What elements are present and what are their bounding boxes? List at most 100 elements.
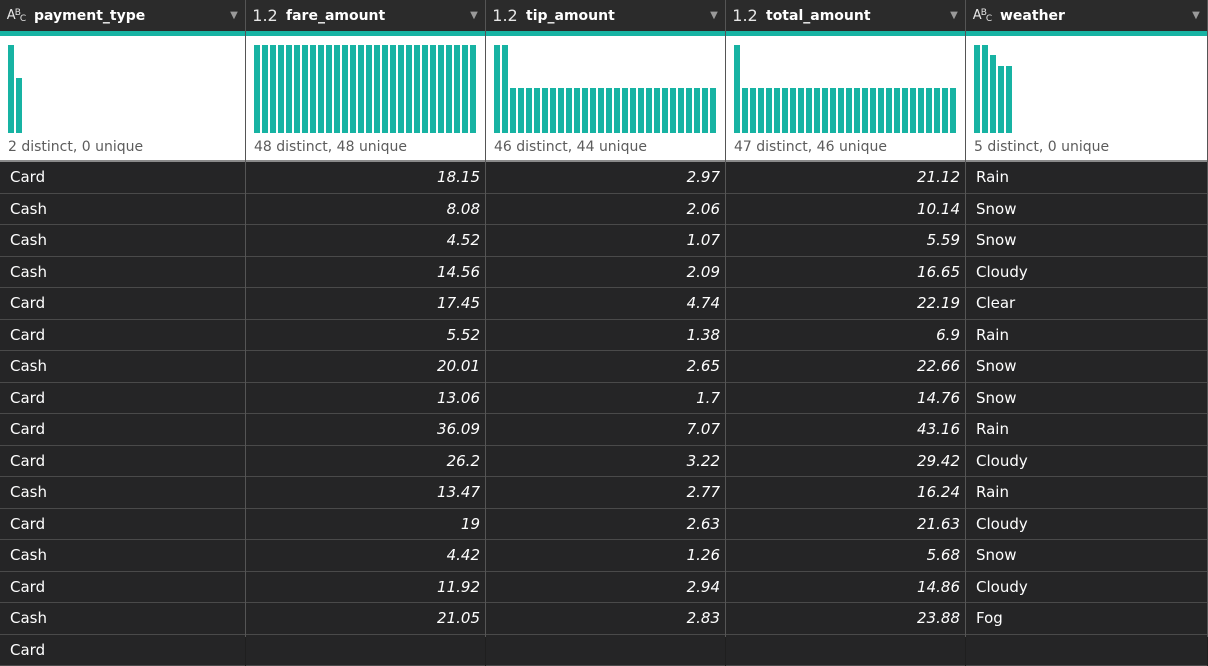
table-cell[interactable]: Cash [0, 603, 245, 635]
histogram-bar[interactable] [638, 88, 644, 133]
histogram-bar[interactable] [758, 88, 764, 133]
table-cell[interactable]: 16.24 [726, 477, 965, 509]
table-cell[interactable]: 26.2 [246, 446, 485, 478]
histogram-bar[interactable] [782, 88, 788, 133]
table-cell[interactable]: Card [0, 635, 245, 666]
table-cell[interactable] [246, 635, 485, 666]
table-cell[interactable]: 1.26 [486, 540, 725, 572]
table-cell[interactable]: Cash [0, 194, 245, 226]
table-cell[interactable]: Cash [0, 257, 245, 289]
table-cell[interactable]: 14.56 [246, 257, 485, 289]
histogram-bar[interactable] [406, 45, 412, 133]
table-cell[interactable]: 43.16 [726, 414, 965, 446]
table-cell[interactable]: 21.12 [726, 162, 965, 194]
histogram-bar[interactable] [446, 45, 452, 133]
histogram-bar[interactable] [414, 45, 420, 133]
histogram-bar[interactable] [806, 88, 812, 133]
histogram-bar[interactable] [622, 88, 628, 133]
histogram-bar[interactable] [838, 88, 844, 133]
table-cell[interactable]: 20.01 [246, 351, 485, 383]
column-header-payment-type[interactable]: ABCpayment_type▼ [0, 0, 245, 36]
table-cell[interactable]: 13.06 [246, 383, 485, 415]
table-cell[interactable]: Snow [966, 383, 1207, 415]
table-cell[interactable]: 29.42 [726, 446, 965, 478]
table-cell[interactable]: 10.14 [726, 194, 965, 226]
histogram-bar[interactable] [926, 88, 932, 133]
histogram-bar[interactable] [614, 88, 620, 133]
histogram-bar[interactable] [934, 88, 940, 133]
table-cell[interactable]: Cash [0, 540, 245, 572]
table-cell[interactable]: Snow [966, 540, 1207, 572]
column-header-total-amount[interactable]: 1.2total_amount▼ [726, 0, 965, 36]
table-cell[interactable]: Snow [966, 225, 1207, 257]
histogram-bar[interactable] [422, 45, 428, 133]
histogram-bar[interactable] [302, 45, 308, 133]
table-cell[interactable]: Card [0, 446, 245, 478]
filter-dropdown-icon[interactable]: ▼ [943, 10, 965, 21]
table-cell[interactable]: Card [0, 414, 245, 446]
histogram-bar[interactable] [590, 88, 596, 133]
histogram-bar[interactable] [902, 88, 908, 133]
decimal-type-icon[interactable]: 1.2 [248, 6, 282, 25]
histogram-bar[interactable] [494, 45, 500, 133]
histogram-bar[interactable] [606, 88, 612, 133]
histogram-bar[interactable] [950, 88, 956, 133]
histogram-bar[interactable] [582, 88, 588, 133]
table-cell[interactable]: Clear [966, 288, 1207, 320]
histogram-bar[interactable] [502, 45, 508, 133]
table-cell[interactable]: Cash [0, 477, 245, 509]
histogram-bar[interactable] [366, 45, 372, 133]
table-cell[interactable]: 2.77 [486, 477, 725, 509]
histogram-bar[interactable] [654, 88, 660, 133]
table-cell[interactable]: Card [0, 509, 245, 541]
histogram-bar[interactable] [998, 66, 1004, 133]
histogram-bar[interactable] [294, 45, 300, 133]
filter-dropdown-icon[interactable]: ▼ [703, 10, 725, 21]
histogram-bar[interactable] [942, 88, 948, 133]
histogram-bar[interactable] [566, 88, 572, 133]
histogram-bar[interactable] [334, 45, 340, 133]
histogram-bar[interactable] [430, 45, 436, 133]
table-cell[interactable]: Cloudy [966, 509, 1207, 541]
distribution-histogram[interactable] [254, 45, 474, 133]
histogram-bar[interactable] [830, 88, 836, 133]
histogram-bar[interactable] [278, 45, 284, 133]
table-cell[interactable]: 2.83 [486, 603, 725, 635]
table-cell[interactable]: Card [0, 320, 245, 352]
histogram-bar[interactable] [894, 88, 900, 133]
table-cell[interactable]: 1.07 [486, 225, 725, 257]
table-cell[interactable]: 14.86 [726, 572, 965, 604]
table-cell[interactable] [726, 635, 965, 666]
distribution-histogram[interactable] [8, 45, 228, 133]
distribution-histogram[interactable] [974, 45, 1194, 133]
histogram-bar[interactable] [326, 45, 332, 133]
histogram-bar[interactable] [990, 55, 996, 133]
histogram-bar[interactable] [910, 88, 916, 133]
histogram-bar[interactable] [262, 45, 268, 133]
table-cell[interactable] [486, 635, 725, 666]
table-cell[interactable]: Rain [966, 320, 1207, 352]
histogram-bar[interactable] [870, 88, 876, 133]
histogram-bar[interactable] [438, 45, 444, 133]
table-cell[interactable]: 4.52 [246, 225, 485, 257]
table-cell[interactable]: Card [0, 162, 245, 194]
histogram-bar[interactable] [454, 45, 460, 133]
filter-dropdown-icon[interactable]: ▼ [463, 10, 485, 21]
histogram-bar[interactable] [462, 45, 468, 133]
table-cell[interactable]: 11.92 [246, 572, 485, 604]
table-cell[interactable]: 16.65 [726, 257, 965, 289]
histogram-bar[interactable] [598, 88, 604, 133]
table-cell[interactable]: Rain [966, 477, 1207, 509]
histogram-bar[interactable] [878, 88, 884, 133]
histogram-bar[interactable] [318, 45, 324, 133]
histogram-bar[interactable] [374, 45, 380, 133]
table-cell[interactable]: 5.68 [726, 540, 965, 572]
table-cell[interactable]: 13.47 [246, 477, 485, 509]
histogram-bar[interactable] [798, 88, 804, 133]
table-cell[interactable]: Cash [0, 225, 245, 257]
histogram-bar[interactable] [518, 88, 524, 133]
table-cell[interactable]: 8.08 [246, 194, 485, 226]
histogram-bar[interactable] [678, 88, 684, 133]
histogram-bar[interactable] [766, 88, 772, 133]
histogram-bar[interactable] [734, 45, 740, 133]
